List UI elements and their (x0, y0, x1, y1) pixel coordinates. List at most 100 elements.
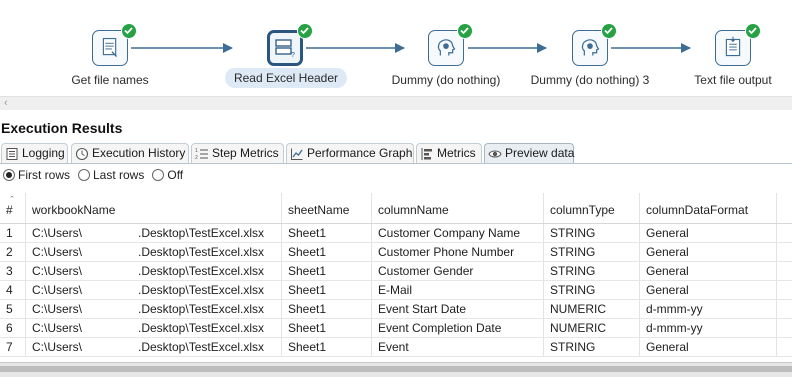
workbook-path-suffix: .Desktop\TestExcel.xlsx (138, 321, 265, 335)
table-row[interactable]: 2 C:\Users\ .Desktop\TestExcel.xlsx Sheet1 C… (0, 243, 792, 262)
cell-sheetname[interactable]: Sheet1 (282, 262, 372, 280)
tab-step-metrics[interactable]: 1 2 Step Metrics (191, 143, 284, 163)
column-header-label: # (6, 203, 13, 217)
cell-sheetname[interactable]: Sheet1 (282, 300, 372, 318)
cell-columndataformat[interactable]: General (640, 281, 777, 299)
radio-button[interactable] (152, 169, 165, 181)
table-row[interactable]: 4 C:\Users\ .Desktop\TestExcel.xlsx Sheet1 E… (0, 281, 792, 300)
radio-button[interactable] (78, 169, 90, 181)
table-row[interactable]: 7 C:\Users\ .Desktop\TestExcel.xlsx Sheet1 E… (0, 338, 792, 357)
graph-icon (291, 148, 303, 160)
cell-columntype[interactable]: STRING (544, 338, 640, 356)
tab-label: Execution History (92, 146, 186, 160)
step-label[interactable]: Dummy (do nothing) (392, 73, 501, 87)
cell-columntype[interactable]: STRING (544, 281, 640, 299)
workflow-canvas[interactable]: Get file names ? Read Excel Header Dummy… (0, 0, 792, 96)
radio-label: First rows (18, 168, 70, 182)
radio-button-selected[interactable] (3, 169, 15, 181)
cell-workbookname[interactable]: C:\Users\ .Desktop\TestExcel.xlsx (26, 281, 282, 299)
column-header-columndataformat[interactable]: columnDataFormat (640, 193, 777, 223)
cell-sheetname[interactable]: Sheet1 (282, 224, 372, 242)
radio-label: Off (167, 168, 184, 182)
cell-columnname[interactable]: Event Start Date (372, 300, 544, 318)
table-row[interactable]: 6 C:\Users\ .Desktop\TestExcel.xlsx Sheet1 E… (0, 319, 792, 338)
svg-text:1: 1 (195, 148, 198, 154)
cell-rownum[interactable]: 2 (0, 243, 26, 261)
cell-rownum[interactable]: 3 (0, 262, 26, 280)
cell-columndataformat[interactable]: d-mmm-yy (640, 300, 777, 318)
execution-results-title: Execution Results (1, 120, 123, 136)
cell-workbookname[interactable]: C:\Users\ .Desktop\TestExcel.xlsx (26, 224, 282, 242)
cell-columndataformat[interactable]: General (640, 243, 777, 261)
cell-workbookname[interactable]: C:\Users\ .Desktop\TestExcel.xlsx (26, 262, 282, 280)
cell-columntype[interactable]: NUMERIC (544, 300, 640, 318)
scrollbar-thumb[interactable] (0, 366, 792, 372)
cell-workbookname[interactable]: C:\Users\ .Desktop\TestExcel.xlsx (26, 243, 282, 261)
results-horizontal-scrollbar[interactable] (0, 362, 792, 377)
radio-off[interactable]: Off (152, 168, 183, 182)
cell-columntype[interactable]: STRING (544, 224, 640, 242)
workbook-path-prefix: C:\Users\ (32, 245, 83, 259)
tab-label: Preview data (505, 146, 575, 160)
sort-indicator-icon: ⌃ (9, 196, 15, 203)
cell-columntype[interactable]: STRING (544, 262, 640, 280)
column-header-rownum[interactable]: ⌃ # (0, 193, 26, 223)
tab-metrics[interactable]: Metrics (416, 143, 482, 163)
cell-columntype[interactable]: NUMERIC (544, 319, 640, 337)
column-header-columntype[interactable]: columnType (544, 193, 640, 223)
cell-columnname[interactable]: E-Mail (372, 281, 544, 299)
cell-columndataformat[interactable]: General (640, 224, 777, 242)
table-row[interactable]: 5 C:\Users\ .Desktop\TestExcel.xlsx Sheet1 E… (0, 300, 792, 319)
step-label[interactable]: Text file output (694, 73, 771, 87)
cell-workbookname[interactable]: C:\Users\ .Desktop\TestExcel.xlsx (26, 338, 282, 356)
step-label[interactable]: Read Excel Header (224, 68, 348, 88)
cell-columnname[interactable]: Customer Gender (372, 262, 544, 280)
step-label[interactable]: Dummy (do nothing) 3 (531, 73, 650, 87)
cell-columndataformat[interactable]: General (640, 338, 777, 356)
tab-label: Performance Graph (307, 146, 413, 160)
cell-sheetname[interactable]: Sheet1 (282, 243, 372, 261)
step-label[interactable]: Get file names (71, 73, 148, 87)
cell-columndataformat[interactable]: General (640, 262, 777, 280)
tab-performance-graph[interactable]: Performance Graph (286, 143, 414, 163)
success-check-icon (121, 23, 137, 39)
cell-rownum[interactable]: 6 (0, 319, 26, 337)
cell-workbookname[interactable]: C:\Users\ .Desktop\TestExcel.xlsx (26, 319, 282, 337)
workbook-path-prefix: C:\Users\ (32, 283, 83, 297)
cell-columntype[interactable]: STRING (544, 243, 640, 261)
table-row[interactable]: 1 C:\Users\ .Desktop\TestExcel.xlsx Sheet1 C… (0, 224, 792, 243)
tab-preview-data[interactable]: Preview data (484, 143, 574, 163)
workbook-path-suffix: .Desktop\TestExcel.xlsx (138, 283, 265, 297)
column-header-columnname[interactable]: columnName (372, 193, 544, 223)
cell-columndataformat[interactable]: d-mmm-yy (640, 319, 777, 337)
cell-columnname[interactable]: Customer Company Name (372, 224, 544, 242)
tab-logging[interactable]: Logging (1, 143, 68, 163)
scroll-left-arrow-icon[interactable]: ‹ (4, 97, 8, 109)
cell-rownum[interactable]: 7 (0, 338, 26, 356)
column-header-workbookname[interactable]: workbookName (26, 193, 282, 223)
clock-icon (75, 147, 89, 161)
cell-sheetname[interactable]: Sheet1 (282, 319, 372, 337)
cell-rownum[interactable]: 1 (0, 224, 26, 242)
cell-workbookname[interactable]: C:\Users\ .Desktop\TestExcel.xlsx (26, 300, 282, 318)
radio-label: Last rows (93, 168, 145, 182)
canvas-horizontal-scrollbar[interactable]: ‹ (0, 96, 792, 110)
table-row[interactable]: 3 C:\Users\ .Desktop\TestExcel.xlsx Sheet1 C… (0, 262, 792, 281)
column-header-sheetname[interactable]: sheetName (282, 193, 372, 223)
radio-last-rows[interactable]: Last rows (78, 168, 144, 182)
cell-columnname[interactable]: Event (372, 338, 544, 356)
tab-label: Logging (22, 146, 65, 160)
cell-rownum[interactable]: 5 (0, 300, 26, 318)
cell-sheetname[interactable]: Sheet1 (282, 338, 372, 356)
cell-columnname[interactable]: Event Completion Date (372, 319, 544, 337)
radio-first-rows[interactable]: First rows (3, 168, 70, 182)
cell-columnname[interactable]: Customer Phone Number (372, 243, 544, 261)
svg-text:?: ? (291, 52, 295, 59)
cell-sheetname[interactable]: Sheet1 (282, 281, 372, 299)
svg-text:2: 2 (195, 155, 198, 161)
success-check-icon (457, 23, 473, 39)
tab-execution-history[interactable]: Execution History (71, 143, 189, 163)
cell-rownum[interactable]: 4 (0, 281, 26, 299)
success-check-icon (745, 23, 761, 39)
tab-label: Step Metrics (212, 146, 279, 160)
